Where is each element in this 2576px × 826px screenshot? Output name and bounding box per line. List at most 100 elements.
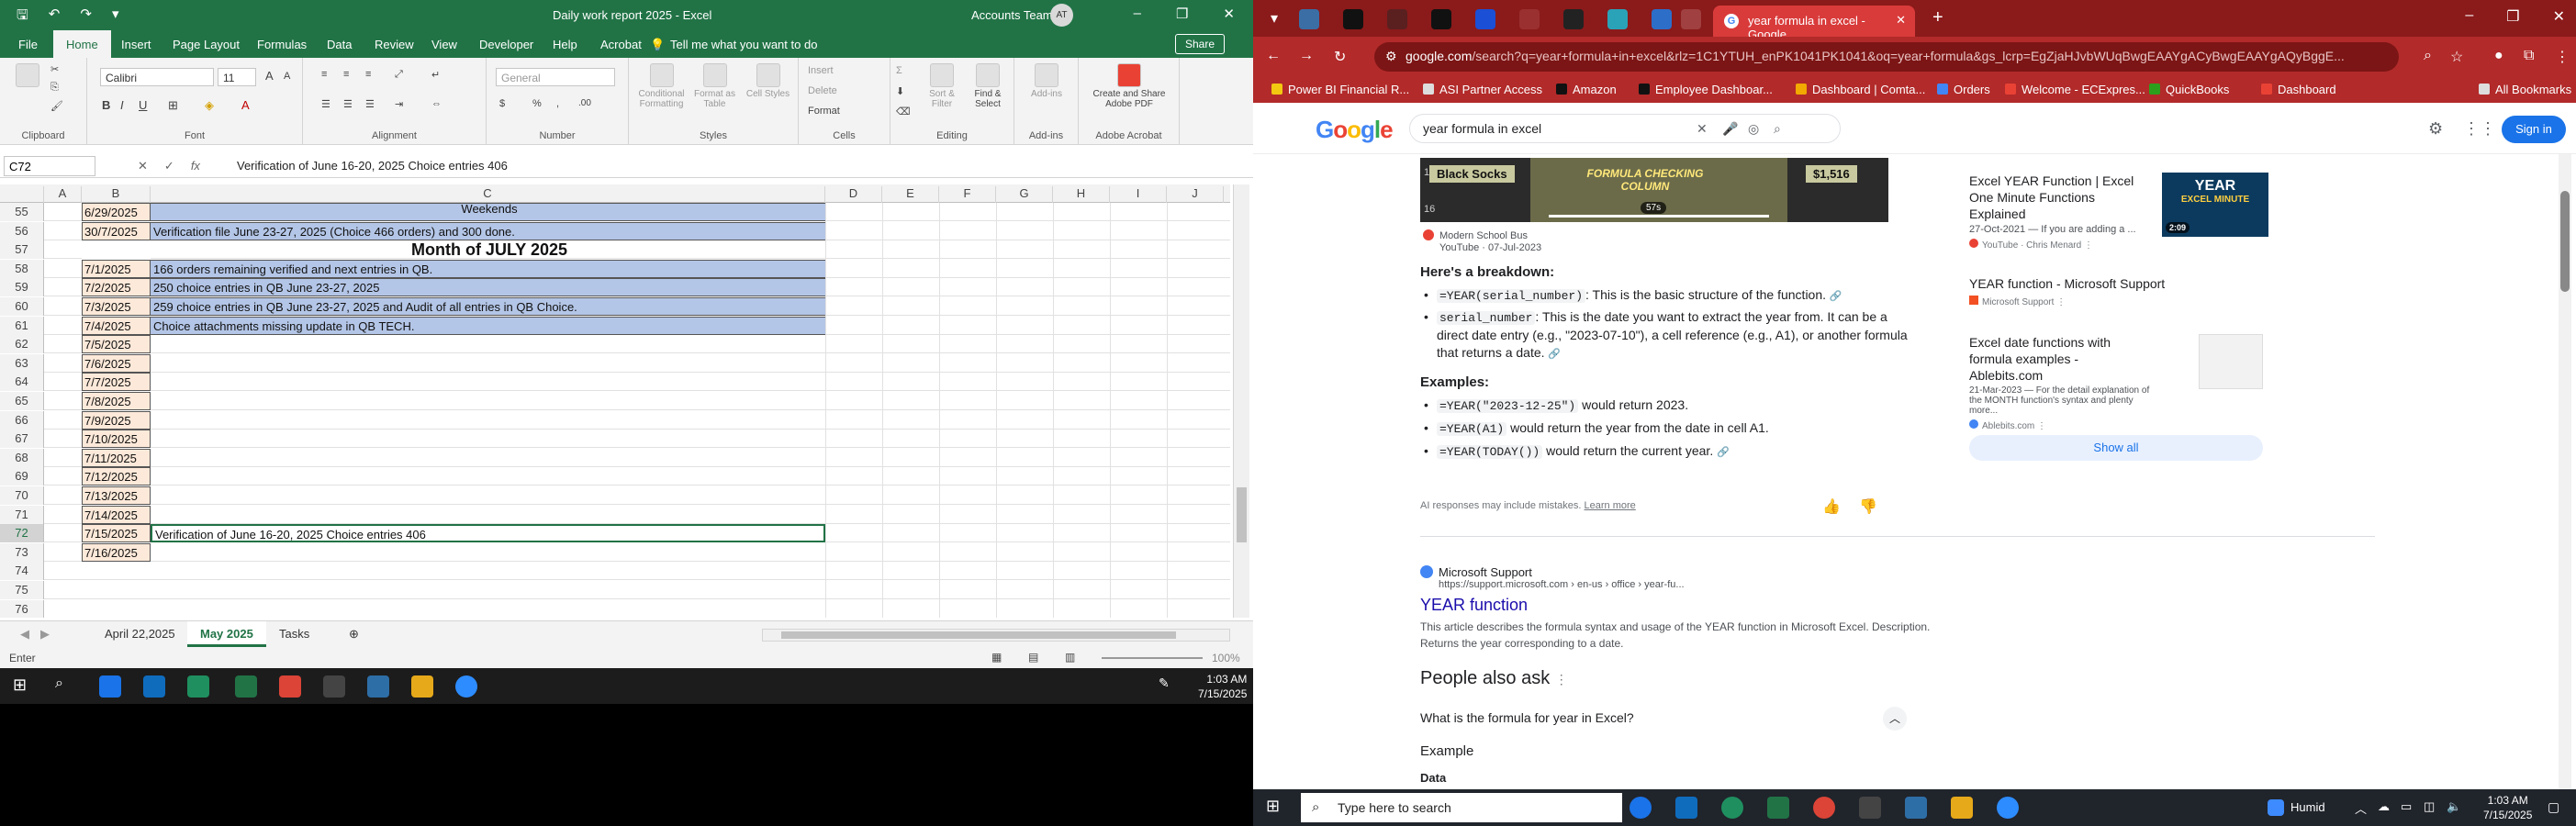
clear-icon[interactable]: ⌫: [896, 106, 911, 117]
row-header[interactable]: 72: [0, 524, 44, 543]
link-icon[interactable]: 🔗: [1830, 291, 1842, 302]
add-sheet-icon[interactable]: ⊕: [336, 621, 372, 647]
tab-favicon[interactable]: [1519, 9, 1540, 29]
date-cell[interactable]: 7/12/2025: [82, 467, 151, 486]
date-cell[interactable]: 7/14/2025: [82, 505, 151, 524]
cancel-icon[interactable]: ✕: [138, 159, 148, 173]
font-size-select[interactable]: 11: [218, 68, 256, 86]
row-header[interactable]: 76: [0, 599, 44, 618]
column-header-j[interactable]: J: [1167, 186, 1224, 203]
bookmark-item[interactable]: QuickBooks: [2149, 83, 2229, 96]
next-sheet-icon[interactable]: ▶: [28, 621, 62, 647]
clear-search-icon[interactable]: ✕: [1697, 121, 1708, 137]
tab-formulas[interactable]: Formulas: [257, 38, 307, 51]
find-select-button[interactable]: Find & Select: [966, 63, 1010, 109]
column-header-c[interactable]: C: [151, 186, 825, 203]
percent-icon[interactable]: %: [532, 98, 542, 109]
card-title[interactable]: Excel YEAR Function | Excel One Minute F…: [1969, 173, 2153, 222]
date-cell[interactable]: [82, 240, 151, 260]
column-header-h[interactable]: H: [1053, 186, 1110, 203]
minimize-icon[interactable]: –: [2465, 7, 2473, 26]
comma-icon[interactable]: ,: [556, 98, 559, 109]
card-title[interactable]: YEAR function - Microsoft Support: [1969, 275, 2245, 292]
site-info-icon[interactable]: ⚙: [1385, 49, 1397, 64]
result-title-link[interactable]: YEAR function: [1420, 596, 2063, 615]
tab-review[interactable]: Review: [375, 38, 414, 51]
align-right-icon[interactable]: ☰: [365, 98, 375, 110]
save-icon[interactable]: 🖫: [17, 6, 28, 28]
date-cell[interactable]: 7/16/2025: [82, 542, 151, 562]
battery-icon[interactable]: ▭: [2401, 799, 2423, 821]
restore-icon[interactable]: ❐: [1176, 6, 1188, 22]
sort-filter-button[interactable]: Sort & Filter: [922, 63, 962, 109]
tab-view[interactable]: View: [431, 38, 457, 51]
taskbar-search[interactable]: ⌕ Type here to search: [1301, 793, 1622, 822]
outlook-icon[interactable]: [1675, 797, 1697, 819]
result-url[interactable]: https://support.microsoft.com › en-us › …: [1439, 579, 2063, 590]
column-header-e[interactable]: E: [882, 186, 939, 203]
date-cell[interactable]: 7/6/2025: [82, 353, 151, 373]
result-site-name[interactable]: Microsoft Support: [1420, 565, 2063, 579]
chrome-icon[interactable]: [99, 675, 121, 698]
video-source[interactable]: Modern School Bus YouTube · 07-Jul-2023: [1423, 229, 1541, 254]
thumbs-up-icon[interactable]: 👍: [1822, 497, 1841, 516]
related-card[interactable]: Excel date functions with formula exampl…: [1969, 334, 2272, 431]
bookmark-item[interactable]: Welcome - ECExpres...: [2005, 83, 2145, 96]
description-cell[interactable]: [151, 449, 825, 467]
calculator-icon[interactable]: [367, 675, 389, 698]
date-cell[interactable]: 7/11/2025: [82, 448, 151, 467]
tab-favicon[interactable]: [1681, 9, 1701, 29]
description-cell[interactable]: [151, 411, 825, 430]
thumbs-down-icon[interactable]: 👎: [1859, 497, 1877, 516]
description-cell[interactable]: 259 choice entries in QB June 23-27, 202…: [151, 297, 825, 316]
zoom-icon[interactable]: [1997, 797, 2019, 819]
create-pdf-button[interactable]: Create and Share Adobe PDF: [1082, 63, 1176, 109]
column-header-a[interactable]: A: [44, 186, 82, 203]
address-bar[interactable]: ⚙ google.com/search?q=year+formula+in+ex…: [1374, 42, 2399, 72]
increase-decimal-icon[interactable]: .00: [578, 98, 591, 108]
restore-icon[interactable]: ❐: [2506, 7, 2519, 26]
windows-start-icon[interactable]: ⊞: [13, 675, 35, 698]
description-cell[interactable]: [151, 392, 825, 410]
tab-favicon[interactable]: [1343, 9, 1363, 29]
tab-help[interactable]: Help: [553, 38, 577, 51]
row-header[interactable]: 62: [0, 335, 44, 354]
description-cell[interactable]: 250 choice entries in QB June 23-27, 202…: [151, 278, 825, 297]
spreadsheet-grid[interactable]: A B C D E F G H I J 55 6/29/2025 Weekends 5…: [0, 184, 1230, 618]
avatar[interactable]: AT: [1050, 4, 1073, 27]
description-cell[interactable]: Choice attachments missing update in QB …: [151, 316, 825, 335]
chrome-profile-icon[interactable]: [1813, 797, 1835, 819]
italic-icon[interactable]: I: [120, 98, 124, 112]
date-cell[interactable]: 7/10/2025: [82, 430, 151, 449]
pen-icon[interactable]: ✎: [1159, 675, 1181, 698]
bookmark-item[interactable]: Dashboard: [2261, 83, 2336, 96]
shrink-font-icon[interactable]: A: [284, 71, 290, 82]
link-icon[interactable]: 🔗: [1717, 447, 1730, 458]
formula-input[interactable]: Verification of June 16-20, 2025 Choice …: [237, 159, 508, 173]
active-tab[interactable]: G year formula in excel - Google ✕: [1713, 6, 1915, 41]
cloud-icon[interactable]: ☁: [2378, 799, 2400, 821]
description-cell[interactable]: Verification of June 16-20, 2025 Choice …: [151, 524, 825, 543]
font-color-icon[interactable]: A: [241, 98, 250, 112]
sheet-tab-may[interactable]: May 2025: [187, 621, 266, 647]
paste-button[interactable]: [11, 63, 44, 89]
undo-icon[interactable]: ↶: [49, 6, 61, 28]
row-header[interactable]: 63: [0, 353, 44, 373]
amazon-favicon[interactable]: [1431, 9, 1451, 29]
file-explorer-icon[interactable]: [1951, 797, 1973, 819]
tab-favicon[interactable]: [1475, 9, 1495, 29]
horizontal-scrollbar[interactable]: [762, 629, 1230, 642]
date-cell[interactable]: 7/7/2025: [82, 373, 151, 392]
tab-search-icon[interactable]: ▾: [1264, 9, 1284, 29]
merge-center-icon[interactable]: ⇔: [431, 98, 442, 109]
edge-icon[interactable]: [187, 675, 209, 698]
tab-favicon[interactable]: [1607, 9, 1628, 29]
tab-favicon[interactable]: [1652, 9, 1672, 29]
close-icon[interactable]: ✕: [1223, 6, 1235, 22]
date-cell[interactable]: 7/4/2025: [82, 316, 151, 335]
cell-styles-button[interactable]: Cell Styles: [743, 63, 793, 99]
name-box[interactable]: C72: [4, 156, 95, 176]
app-icon[interactable]: [323, 675, 345, 698]
row-header[interactable]: 65: [0, 392, 44, 410]
zoom-search-icon[interactable]: ⌕: [2424, 48, 2432, 64]
